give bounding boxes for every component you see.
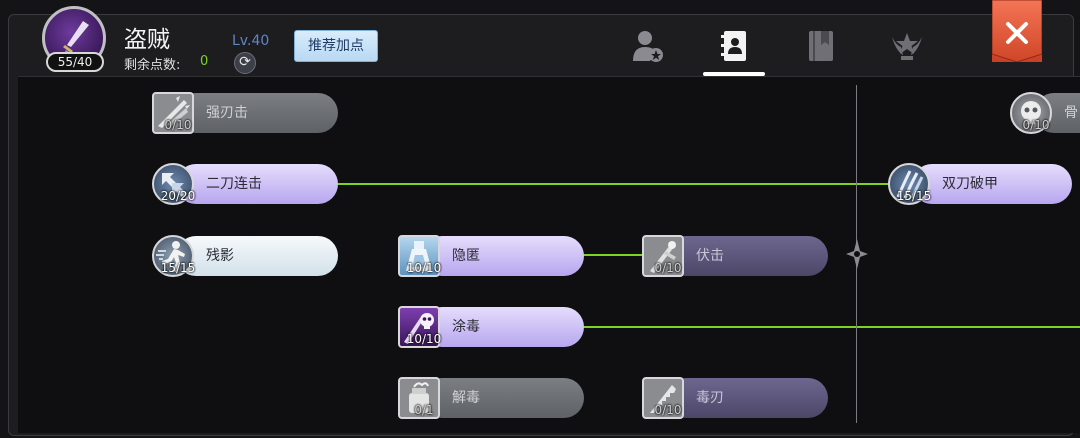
bookmark-book-icon (809, 31, 833, 61)
skill-level-count: 10/10 (406, 332, 442, 346)
skill-level-count: 0/10 (654, 403, 682, 417)
skill-tree[interactable]: 强刃击 0/10 二刀连击 20/20 残影 15/15 隐匿 10/10 伏击… (18, 76, 1080, 433)
skill-node-strong-blade[interactable]: 强刃击 0/10 (152, 92, 338, 134)
skill-level-count: 15/15 (896, 189, 932, 203)
refresh-icon[interactable]: ⟳ (234, 52, 256, 74)
skill-level-count: 20/20 (160, 189, 196, 203)
recommend-points-button[interactable]: 推荐加点 (294, 30, 378, 62)
wing-star-badge-icon (892, 33, 922, 60)
skill-level-count: 0/1 (414, 403, 434, 417)
connector-line (578, 254, 648, 256)
remaining-points-label: 剩余点数: (124, 58, 181, 73)
skill-node-partial[interactable]: 骨 0/10 (1010, 92, 1080, 134)
skill-node-stealth[interactable]: 隐匿 10/10 (398, 235, 584, 277)
skill-level-count: 10/10 (406, 261, 442, 275)
user-star-icon (633, 31, 663, 62)
skill-node-afterimage[interactable]: 残影 15/15 (152, 235, 338, 277)
connector-line (332, 183, 892, 185)
avatar-level-count: 55/40 (46, 52, 104, 72)
skill-level-count: 0/10 (164, 118, 192, 132)
skill-node-apply-poison[interactable]: 涂毒 10/10 (398, 306, 584, 348)
tab-honor[interactable] (881, 26, 931, 70)
close-icon (992, 0, 1042, 62)
connector-line (578, 326, 1080, 328)
skill-node-dual-blade-armor-break[interactable]: 双刀破甲 15/15 (888, 163, 1074, 205)
divider-ornament-icon (846, 239, 868, 269)
skill-node-double-blade-combo[interactable]: 二刀连击 20/20 (152, 163, 338, 205)
skill-level-count: 0/10 (654, 261, 682, 275)
skill-level-count: 0/10 (1022, 118, 1050, 132)
tab-book[interactable] (796, 26, 846, 70)
skill-node-detox[interactable]: 解毒 0/1 (398, 377, 584, 419)
contact-book-icon (721, 31, 746, 61)
skill-node-poison-blade[interactable]: 毒刃 0/10 (642, 377, 828, 419)
level-label: Lv.40 (232, 33, 270, 49)
class-name: 盗贼 (124, 27, 170, 53)
remaining-points-value: 0 (200, 54, 209, 69)
tab-skills[interactable] (709, 26, 759, 70)
skill-level-count: 15/15 (160, 261, 196, 275)
skill-node-ambush[interactable]: 伏击 0/10 (642, 235, 828, 277)
close-button[interactable] (992, 0, 1042, 62)
tab-profile[interactable] (623, 26, 673, 70)
